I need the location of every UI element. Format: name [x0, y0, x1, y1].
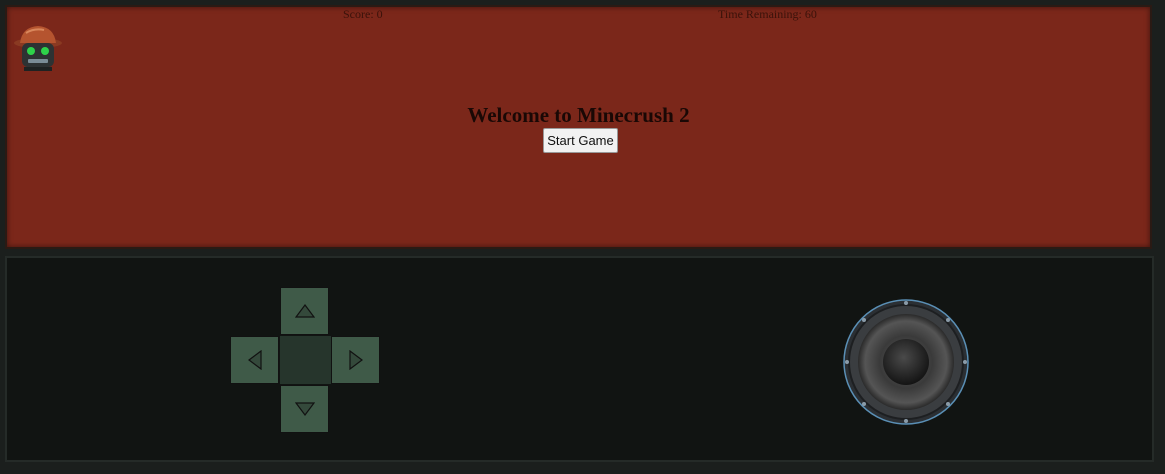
control-panel	[5, 256, 1154, 462]
start-game-button[interactable]: Start Game	[543, 128, 618, 153]
dpad-center	[280, 336, 331, 384]
arrow-left-icon	[247, 350, 262, 370]
arrow-up-icon	[294, 304, 315, 318]
arrow-down-icon	[294, 402, 315, 416]
game-screen: Score: 0 Time Remaining: 60 Welcome to M…	[5, 5, 1152, 249]
dpad-up-button[interactable]	[280, 287, 329, 335]
time-remaining-label: Time Remaining: 60	[718, 7, 817, 21]
speaker-icon[interactable]	[841, 298, 971, 426]
miner-robot-icon	[14, 26, 62, 71]
dpad-down-button[interactable]	[280, 385, 329, 433]
dpad-right-button[interactable]	[331, 336, 380, 384]
welcome-title: Welcome to Minecrush 2	[467, 103, 690, 127]
score-label: Score: 0	[343, 7, 383, 21]
arrow-right-icon	[348, 350, 363, 370]
dpad-left-button[interactable]	[230, 336, 279, 384]
